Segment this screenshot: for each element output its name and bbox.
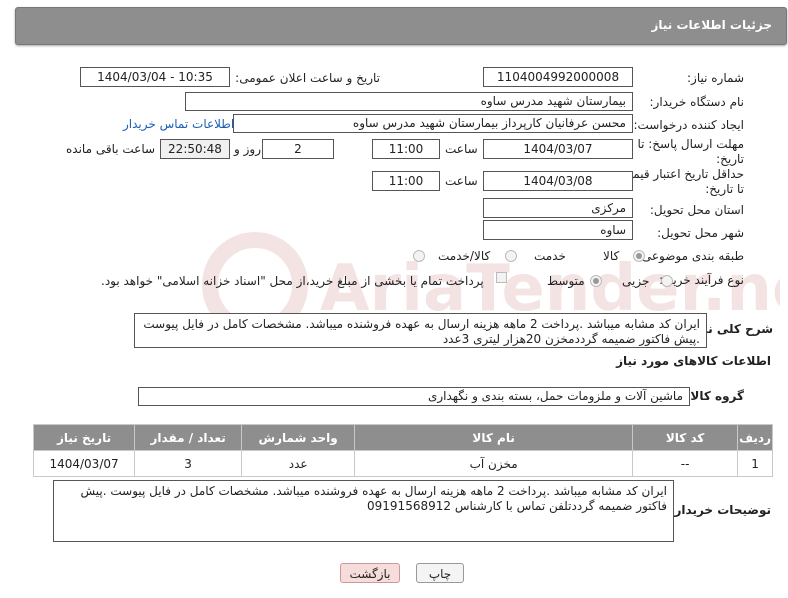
buyer-org-label: نام دستگاه خریدار: [649, 95, 745, 109]
validity-time-field[interactable]: 11:00 [372, 171, 440, 191]
goods-table: ردیف کد کالا نام کالا واحد شمارش تعداد /… [32, 424, 773, 477]
col-qty: تعداد / مقدار [134, 424, 243, 451]
process-radio-minor[interactable] [661, 275, 673, 287]
goods-section-title: اطلاعات کالاهای مورد نیاز [616, 354, 771, 368]
cell-name: مخزن آب [354, 450, 634, 477]
cell-row: 1 [737, 450, 773, 477]
buyer-org-field[interactable]: بیمارستان شهید مدرس ساوه [185, 92, 633, 111]
page-title: جزئیات اطلاعات نیاز [651, 18, 772, 32]
deadline-label-2: تاریخ: [716, 152, 744, 166]
creator-field[interactable]: محسن عرفانیان کارپرداز بیمارستان شهید مد… [233, 114, 633, 133]
validity-label-2: تا تاریخ: [705, 182, 744, 196]
description-field[interactable]: ایران کد مشابه میباشد .پرداخت 2 ماهه هزی… [134, 313, 707, 348]
deadline-time-label: ساعت [445, 142, 478, 156]
validity-time-label: ساعت [445, 174, 478, 188]
buyer-notes-label: توضیحات خریدار: [669, 503, 771, 517]
cell-code: -- [632, 450, 739, 477]
validity-label-1: حداقل تاریخ اعتبار قیمت: [617, 167, 744, 181]
province-label: استان محل تحویل: [649, 203, 744, 217]
col-unit: واحد شمارش [241, 424, 356, 451]
buyer-notes-field[interactable]: ایران کد مشابه میباشد .پرداخت 2 ماهه هزی… [53, 480, 674, 542]
category-radio-service[interactable] [505, 250, 517, 262]
process-option-medium: متوسط [547, 274, 585, 288]
city-label: شهر محل تحویل: [657, 226, 744, 240]
cell-unit: عدد [241, 450, 356, 477]
deadline-time-field[interactable]: 11:00 [372, 139, 440, 159]
cell-date: 1404/03/07 [32, 450, 136, 477]
print-button[interactable]: چاپ [416, 563, 464, 583]
buyer-contact-link[interactable]: اطلاعات تماس خریدار [123, 117, 234, 131]
goods-group-field[interactable]: ماشین آلات و ملزومات حمل، بسته بندی و نگ… [138, 387, 690, 406]
days-field[interactable]: 2 [262, 139, 334, 159]
goods-table-header: ردیف کد کالا نام کالا واحد شمارش تعداد /… [32, 424, 773, 451]
category-option-goods: کالا [603, 249, 620, 263]
page-header: جزئیات اطلاعات نیاز [15, 7, 787, 45]
goods-group-label: گروه کالا: [685, 389, 744, 403]
treasury-payment-checkbox[interactable] [496, 272, 507, 283]
remaining-time-field: 22:50:48 [160, 139, 230, 159]
validity-date-field[interactable]: 1404/03/08 [483, 171, 633, 191]
treasury-payment-note: پرداخت تمام یا بخشی از مبلغ خرید،از محل … [101, 274, 484, 288]
need-number-field[interactable]: 1104004992000008 [483, 67, 633, 87]
back-button[interactable]: بازگشت [340, 563, 400, 583]
col-date: تاریخ نیاز [32, 424, 136, 451]
need-number-label: شماره نیاز: [687, 71, 744, 85]
col-name: نام کالا [354, 424, 634, 451]
remaining-label: ساعت باقی مانده [66, 142, 156, 156]
category-option-service: خدمت [534, 249, 566, 263]
announce-date-label: تاریخ و ساعت اعلان عمومی: [235, 71, 380, 85]
category-option-goods-service: کالا/خدمت [438, 249, 491, 263]
col-code: کد کالا [632, 424, 739, 451]
province-field[interactable]: مرکزی [483, 198, 633, 218]
creator-label: ایجاد کننده درخواست: [633, 118, 744, 132]
announce-date-field[interactable]: 1404/03/04 - 10:35 [80, 67, 230, 87]
category-label: طبقه بندی موضوعی: [637, 249, 744, 263]
process-option-minor: جزیی [622, 274, 650, 288]
days-label: روز و [234, 142, 261, 156]
table-row[interactable]: 1 -- مخزن آب عدد 3 1404/03/07 [32, 450, 773, 477]
cell-qty: 3 [134, 450, 243, 477]
deadline-label-1: مهلت ارسال پاسخ: تا [637, 137, 744, 151]
process-radio-medium[interactable] [590, 275, 602, 287]
col-row: ردیف [737, 424, 773, 451]
deadline-date-field[interactable]: 1404/03/07 [483, 139, 633, 159]
category-radio-goods-service[interactable] [413, 250, 425, 262]
city-field[interactable]: ساوه [483, 220, 633, 240]
category-radio-goods[interactable] [633, 250, 645, 262]
